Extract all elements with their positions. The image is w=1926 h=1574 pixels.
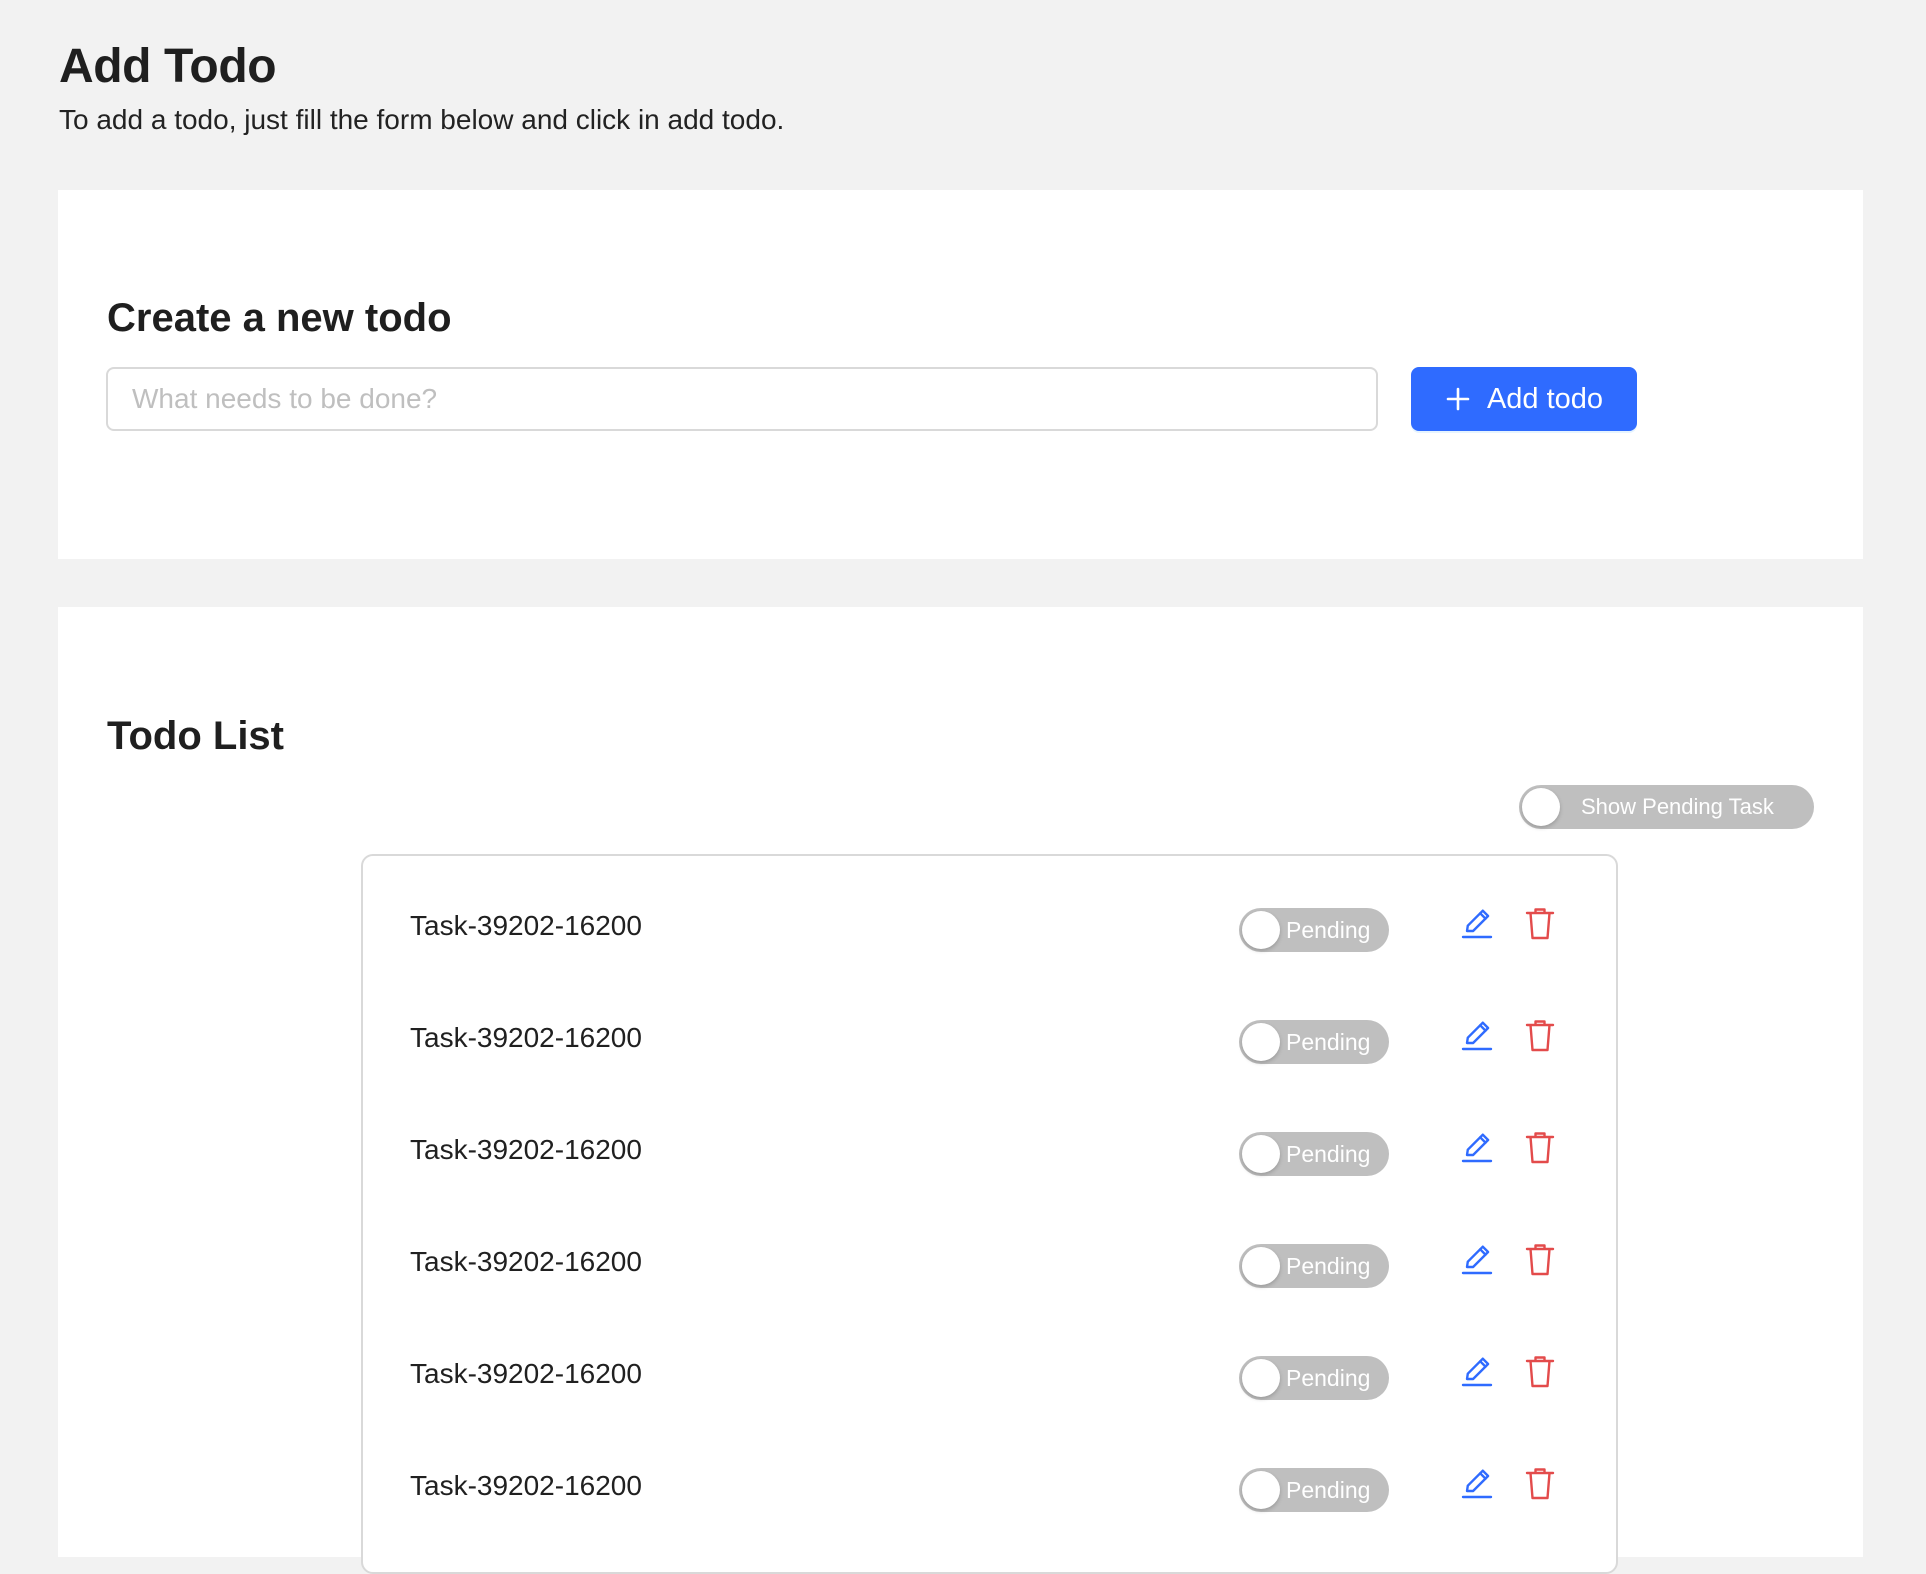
add-todo-button[interactable]: Add todo	[1411, 367, 1637, 431]
todo-input[interactable]	[106, 367, 1378, 431]
edit-icon[interactable]	[1459, 1354, 1495, 1390]
status-label: Pending	[1286, 917, 1371, 943]
trash-icon[interactable]	[1522, 1018, 1558, 1054]
plus-icon	[1445, 386, 1471, 412]
status-toggle[interactable]: Pending	[1239, 1132, 1389, 1176]
todo-text: Task-39202-16200	[410, 1246, 642, 1277]
add-todo-label: Add todo	[1486, 382, 1604, 415]
status-label: Pending	[1286, 1477, 1371, 1503]
todo-list-title: Todo List	[107, 714, 284, 758]
todo-list-card: Todo List Show Pending Task Task-39202-1…	[58, 607, 1863, 1574]
toggle-knob	[1242, 1359, 1280, 1397]
show-pending-label: Show Pending Task	[1581, 794, 1774, 819]
todo-text: Task-39202-16200	[410, 1022, 642, 1053]
trash-icon[interactable]	[1522, 1354, 1558, 1390]
toggle-knob	[1522, 788, 1560, 826]
trash-icon[interactable]	[1522, 1466, 1558, 1502]
toggle-knob	[1242, 911, 1280, 949]
trash-icon[interactable]	[1522, 1130, 1558, 1166]
trash-icon[interactable]	[1522, 906, 1558, 942]
toggle-knob	[1242, 1471, 1280, 1509]
toggle-knob	[1242, 1023, 1280, 1061]
edit-icon[interactable]	[1459, 1130, 1495, 1166]
todo-text: Task-39202-16200	[410, 1358, 642, 1389]
status-toggle[interactable]: Pending	[1239, 1356, 1389, 1400]
edit-icon[interactable]	[1459, 1018, 1495, 1054]
status-label: Pending	[1286, 1029, 1371, 1055]
edit-icon[interactable]	[1459, 906, 1495, 942]
show-pending-toggle[interactable]: Show Pending Task	[1519, 785, 1814, 829]
todo-item: Task-39202-16200 Pending	[363, 1454, 1616, 1524]
todo-text: Task-39202-16200	[410, 1134, 642, 1165]
todo-item: Task-39202-16200 Pending	[363, 1006, 1616, 1076]
status-label: Pending	[1286, 1253, 1371, 1279]
page-header: Add Todo To add a todo, just fill the fo…	[59, 32, 784, 138]
status-label: Pending	[1286, 1141, 1371, 1167]
todo-item: Task-39202-16200 Pending	[363, 1230, 1616, 1300]
edit-icon[interactable]	[1459, 1242, 1495, 1278]
todo-item: Task-39202-16200 Pending	[363, 1118, 1616, 1188]
todo-item: Task-39202-16200 Pending	[363, 894, 1616, 964]
status-toggle[interactable]: Pending	[1239, 1244, 1389, 1288]
toggle-knob	[1242, 1247, 1280, 1285]
page-title: Add Todo	[59, 40, 277, 93]
status-toggle[interactable]: Pending	[1239, 1468, 1389, 1512]
todo-item: Task-39202-16200 Pending	[363, 1342, 1616, 1412]
toggle-knob	[1242, 1135, 1280, 1173]
status-toggle[interactable]: Pending	[1239, 1020, 1389, 1064]
status-label: Pending	[1286, 1365, 1371, 1391]
edit-icon[interactable]	[1459, 1466, 1495, 1502]
todo-text: Task-39202-16200	[410, 910, 642, 941]
todo-text: Task-39202-16200	[410, 1470, 642, 1501]
todo-list: Task-39202-16200 Pending Task-39202-1620…	[361, 854, 1618, 1574]
status-toggle[interactable]: Pending	[1239, 908, 1389, 952]
page-subtitle: To add a todo, just fill the form below …	[59, 104, 785, 135]
create-todo-title: Create a new todo	[107, 296, 452, 340]
trash-icon[interactable]	[1522, 1242, 1558, 1278]
create-todo-card: Create a new todo Add todo	[58, 190, 1863, 559]
